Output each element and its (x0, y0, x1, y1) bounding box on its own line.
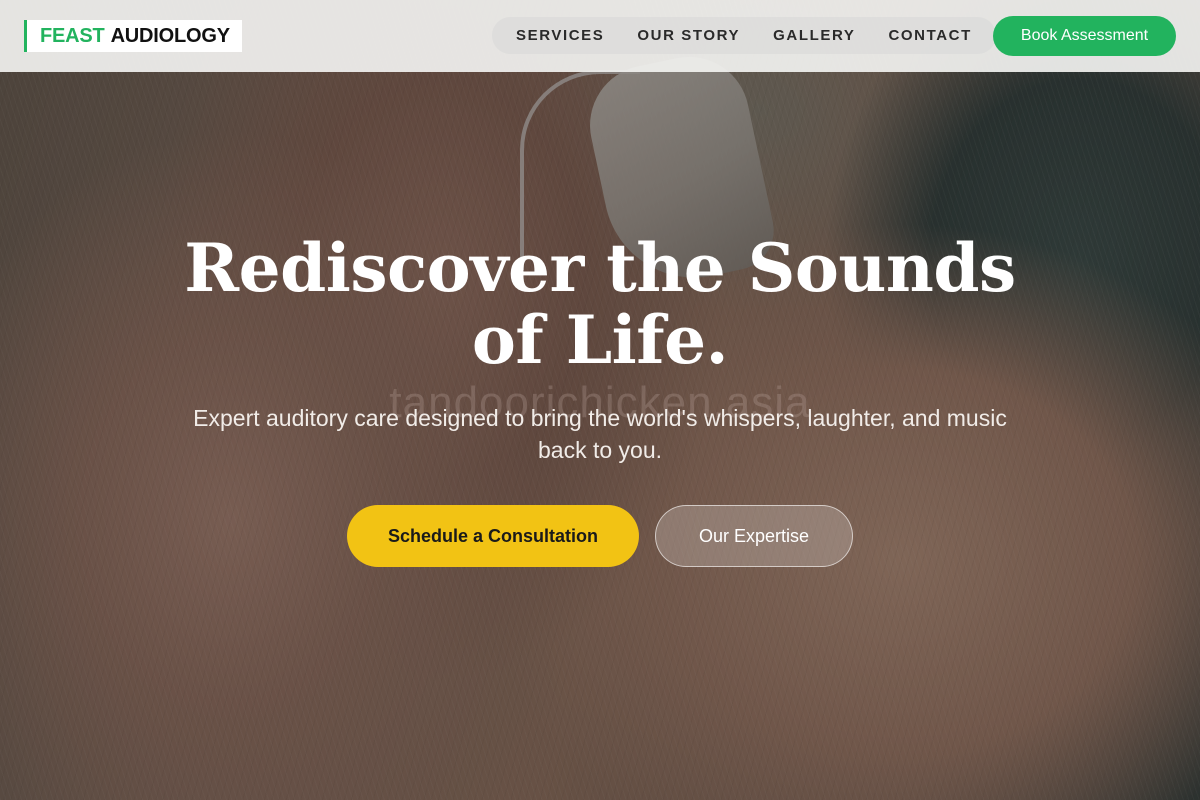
logo[interactable]: FEAST AUDIOLOGY (24, 20, 242, 52)
logo-accent-text: FEAST (40, 24, 105, 47)
logo-main-text: AUDIOLOGY (110, 24, 231, 47)
main-nav: SERVICES OUR STORY GALLERY CONTACT (492, 17, 996, 54)
nav-link-our-story[interactable]: OUR STORY (637, 27, 740, 44)
nav-link-gallery[interactable]: GALLERY (773, 27, 855, 44)
site-header: FEAST AUDIOLOGY SERVICES OUR STORY GALLE… (0, 0, 1200, 72)
schedule-consultation-button[interactable]: Schedule a Consultation (347, 505, 639, 567)
hero-title: Rediscover the Sounds of Life. (184, 229, 1016, 379)
book-assessment-button[interactable]: Book Assessment (993, 16, 1176, 56)
nav-link-contact[interactable]: CONTACT (888, 27, 971, 44)
our-expertise-button[interactable]: Our Expertise (655, 505, 853, 567)
hero-subtitle: Expert auditory care designed to bring t… (193, 405, 1007, 463)
hero-section: tandoorichicken.asia Rediscover the Soun… (0, 0, 1200, 800)
page: FEAST AUDIOLOGY SERVICES OUR STORY GALLE… (0, 0, 1200, 800)
nav-link-services[interactable]: SERVICES (516, 27, 604, 44)
